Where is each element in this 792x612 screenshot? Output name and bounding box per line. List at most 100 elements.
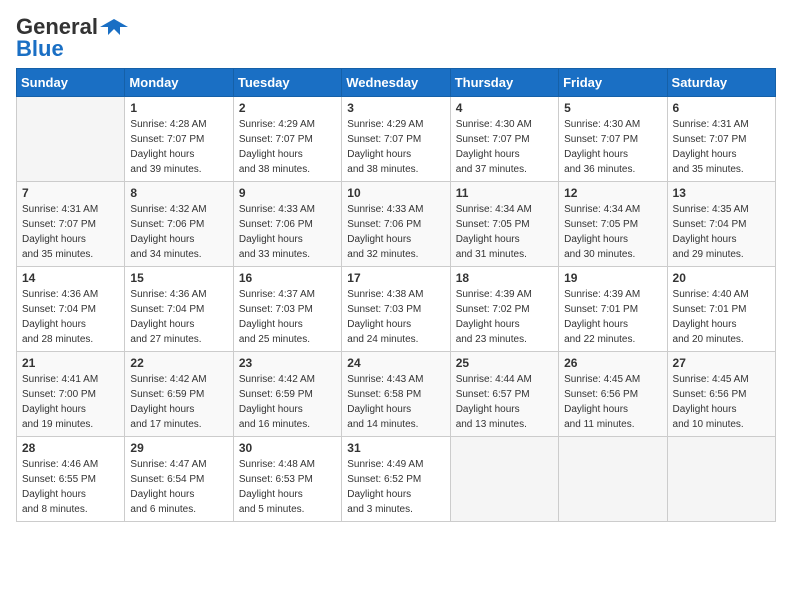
calendar-cell: 4 Sunrise: 4:30 AM Sunset: 7:07 PM Dayli… xyxy=(450,97,558,182)
day-number: 24 xyxy=(347,356,444,370)
day-info: Sunrise: 4:39 AM Sunset: 7:02 PM Dayligh… xyxy=(456,287,553,347)
calendar-cell: 8 Sunrise: 4:32 AM Sunset: 7:06 PM Dayli… xyxy=(125,182,233,267)
col-header-sunday: Sunday xyxy=(17,69,125,97)
page-header: General Blue xyxy=(16,16,776,60)
day-info: Sunrise: 4:34 AM Sunset: 7:05 PM Dayligh… xyxy=(564,202,661,262)
day-number: 13 xyxy=(673,186,770,200)
day-number: 5 xyxy=(564,101,661,115)
day-info: Sunrise: 4:45 AM Sunset: 6:56 PM Dayligh… xyxy=(564,372,661,432)
calendar-week-row: 21 Sunrise: 4:41 AM Sunset: 7:00 PM Dayl… xyxy=(17,352,776,437)
day-info: Sunrise: 4:39 AM Sunset: 7:01 PM Dayligh… xyxy=(564,287,661,347)
calendar-header-row: SundayMondayTuesdayWednesdayThursdayFrid… xyxy=(17,69,776,97)
calendar-cell: 2 Sunrise: 4:29 AM Sunset: 7:07 PM Dayli… xyxy=(233,97,341,182)
day-number: 3 xyxy=(347,101,444,115)
day-info: Sunrise: 4:37 AM Sunset: 7:03 PM Dayligh… xyxy=(239,287,336,347)
logo-general: General xyxy=(16,16,98,38)
calendar-cell: 6 Sunrise: 4:31 AM Sunset: 7:07 PM Dayli… xyxy=(667,97,775,182)
calendar-cell: 25 Sunrise: 4:44 AM Sunset: 6:57 PM Dayl… xyxy=(450,352,558,437)
calendar-cell: 14 Sunrise: 4:36 AM Sunset: 7:04 PM Dayl… xyxy=(17,267,125,352)
day-number: 10 xyxy=(347,186,444,200)
day-number: 17 xyxy=(347,271,444,285)
calendar-cell: 17 Sunrise: 4:38 AM Sunset: 7:03 PM Dayl… xyxy=(342,267,450,352)
day-number: 19 xyxy=(564,271,661,285)
col-header-friday: Friday xyxy=(559,69,667,97)
calendar-cell: 15 Sunrise: 4:36 AM Sunset: 7:04 PM Dayl… xyxy=(125,267,233,352)
day-info: Sunrise: 4:44 AM Sunset: 6:57 PM Dayligh… xyxy=(456,372,553,432)
day-info: Sunrise: 4:38 AM Sunset: 7:03 PM Dayligh… xyxy=(347,287,444,347)
calendar-cell: 11 Sunrise: 4:34 AM Sunset: 7:05 PM Dayl… xyxy=(450,182,558,267)
day-info: Sunrise: 4:35 AM Sunset: 7:04 PM Dayligh… xyxy=(673,202,770,262)
calendar-cell: 16 Sunrise: 4:37 AM Sunset: 7:03 PM Dayl… xyxy=(233,267,341,352)
day-info: Sunrise: 4:49 AM Sunset: 6:52 PM Dayligh… xyxy=(347,457,444,517)
day-info: Sunrise: 4:28 AM Sunset: 7:07 PM Dayligh… xyxy=(130,117,227,177)
calendar-cell: 28 Sunrise: 4:46 AM Sunset: 6:55 PM Dayl… xyxy=(17,437,125,522)
day-info: Sunrise: 4:43 AM Sunset: 6:58 PM Dayligh… xyxy=(347,372,444,432)
day-number: 4 xyxy=(456,101,553,115)
day-number: 8 xyxy=(130,186,227,200)
col-header-thursday: Thursday xyxy=(450,69,558,97)
day-number: 23 xyxy=(239,356,336,370)
calendar-cell: 27 Sunrise: 4:45 AM Sunset: 6:56 PM Dayl… xyxy=(667,352,775,437)
day-info: Sunrise: 4:29 AM Sunset: 7:07 PM Dayligh… xyxy=(239,117,336,177)
calendar-cell: 26 Sunrise: 4:45 AM Sunset: 6:56 PM Dayl… xyxy=(559,352,667,437)
calendar-week-row: 14 Sunrise: 4:36 AM Sunset: 7:04 PM Dayl… xyxy=(17,267,776,352)
day-info: Sunrise: 4:36 AM Sunset: 7:04 PM Dayligh… xyxy=(22,287,119,347)
calendar-cell: 30 Sunrise: 4:48 AM Sunset: 6:53 PM Dayl… xyxy=(233,437,341,522)
day-info: Sunrise: 4:31 AM Sunset: 7:07 PM Dayligh… xyxy=(22,202,119,262)
calendar-cell xyxy=(450,437,558,522)
calendar-cell: 10 Sunrise: 4:33 AM Sunset: 7:06 PM Dayl… xyxy=(342,182,450,267)
day-number: 16 xyxy=(239,271,336,285)
day-number: 7 xyxy=(22,186,119,200)
calendar-cell xyxy=(559,437,667,522)
day-number: 26 xyxy=(564,356,661,370)
day-number: 31 xyxy=(347,441,444,455)
day-number: 28 xyxy=(22,441,119,455)
col-header-monday: Monday xyxy=(125,69,233,97)
calendar-cell: 29 Sunrise: 4:47 AM Sunset: 6:54 PM Dayl… xyxy=(125,437,233,522)
day-info: Sunrise: 4:31 AM Sunset: 7:07 PM Dayligh… xyxy=(673,117,770,177)
day-info: Sunrise: 4:33 AM Sunset: 7:06 PM Dayligh… xyxy=(239,202,336,262)
day-number: 2 xyxy=(239,101,336,115)
day-info: Sunrise: 4:45 AM Sunset: 6:56 PM Dayligh… xyxy=(673,372,770,432)
calendar-cell: 5 Sunrise: 4:30 AM Sunset: 7:07 PM Dayli… xyxy=(559,97,667,182)
calendar-cell xyxy=(17,97,125,182)
col-header-wednesday: Wednesday xyxy=(342,69,450,97)
calendar-cell: 24 Sunrise: 4:43 AM Sunset: 6:58 PM Dayl… xyxy=(342,352,450,437)
day-info: Sunrise: 4:30 AM Sunset: 7:07 PM Dayligh… xyxy=(456,117,553,177)
day-number: 12 xyxy=(564,186,661,200)
calendar-week-row: 7 Sunrise: 4:31 AM Sunset: 7:07 PM Dayli… xyxy=(17,182,776,267)
logo: General Blue xyxy=(16,16,128,60)
calendar-cell: 19 Sunrise: 4:39 AM Sunset: 7:01 PM Dayl… xyxy=(559,267,667,352)
calendar-week-row: 28 Sunrise: 4:46 AM Sunset: 6:55 PM Dayl… xyxy=(17,437,776,522)
day-info: Sunrise: 4:29 AM Sunset: 7:07 PM Dayligh… xyxy=(347,117,444,177)
day-number: 21 xyxy=(22,356,119,370)
calendar-cell: 9 Sunrise: 4:33 AM Sunset: 7:06 PM Dayli… xyxy=(233,182,341,267)
day-info: Sunrise: 4:42 AM Sunset: 6:59 PM Dayligh… xyxy=(239,372,336,432)
calendar-cell xyxy=(667,437,775,522)
day-info: Sunrise: 4:48 AM Sunset: 6:53 PM Dayligh… xyxy=(239,457,336,517)
calendar-cell: 21 Sunrise: 4:41 AM Sunset: 7:00 PM Dayl… xyxy=(17,352,125,437)
day-info: Sunrise: 4:33 AM Sunset: 7:06 PM Dayligh… xyxy=(347,202,444,262)
calendar-table: SundayMondayTuesdayWednesdayThursdayFrid… xyxy=(16,68,776,522)
day-info: Sunrise: 4:34 AM Sunset: 7:05 PM Dayligh… xyxy=(456,202,553,262)
col-header-tuesday: Tuesday xyxy=(233,69,341,97)
col-header-saturday: Saturday xyxy=(667,69,775,97)
calendar-cell: 7 Sunrise: 4:31 AM Sunset: 7:07 PM Dayli… xyxy=(17,182,125,267)
day-number: 22 xyxy=(130,356,227,370)
calendar-cell: 18 Sunrise: 4:39 AM Sunset: 7:02 PM Dayl… xyxy=(450,267,558,352)
day-info: Sunrise: 4:30 AM Sunset: 7:07 PM Dayligh… xyxy=(564,117,661,177)
calendar-cell: 23 Sunrise: 4:42 AM Sunset: 6:59 PM Dayl… xyxy=(233,352,341,437)
calendar-cell: 20 Sunrise: 4:40 AM Sunset: 7:01 PM Dayl… xyxy=(667,267,775,352)
calendar-cell: 12 Sunrise: 4:34 AM Sunset: 7:05 PM Dayl… xyxy=(559,182,667,267)
day-number: 6 xyxy=(673,101,770,115)
day-info: Sunrise: 4:40 AM Sunset: 7:01 PM Dayligh… xyxy=(673,287,770,347)
calendar-cell: 31 Sunrise: 4:49 AM Sunset: 6:52 PM Dayl… xyxy=(342,437,450,522)
day-info: Sunrise: 4:41 AM Sunset: 7:00 PM Dayligh… xyxy=(22,372,119,432)
day-number: 1 xyxy=(130,101,227,115)
day-number: 18 xyxy=(456,271,553,285)
calendar-cell: 3 Sunrise: 4:29 AM Sunset: 7:07 PM Dayli… xyxy=(342,97,450,182)
day-number: 30 xyxy=(239,441,336,455)
calendar-cell: 1 Sunrise: 4:28 AM Sunset: 7:07 PM Dayli… xyxy=(125,97,233,182)
day-number: 15 xyxy=(130,271,227,285)
logo-blue: Blue xyxy=(16,38,128,60)
